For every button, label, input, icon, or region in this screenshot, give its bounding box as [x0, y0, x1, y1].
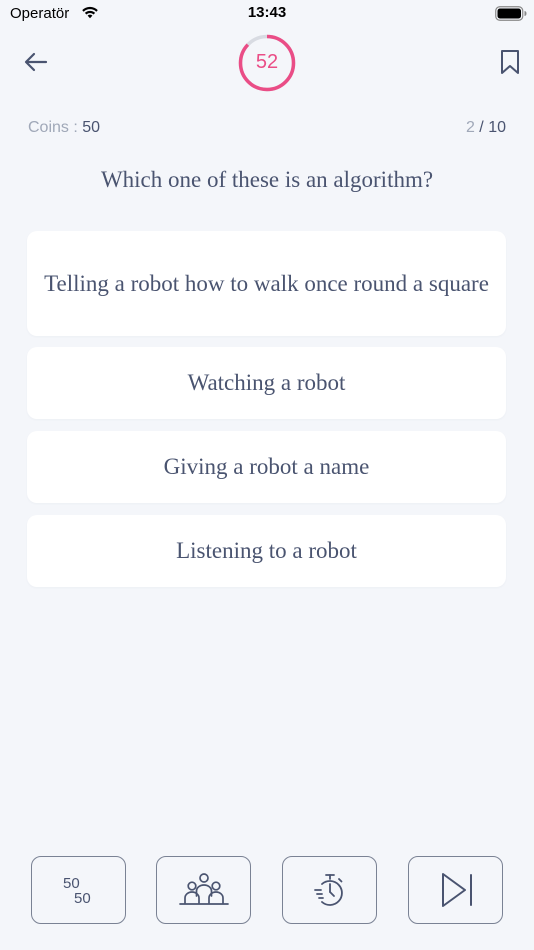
timer-value: 52 [255, 51, 279, 73]
battery-icon [495, 6, 527, 21]
question-progress: 2 / 10 [466, 119, 506, 137]
progress-separator: / [474, 119, 489, 136]
bookmark-button[interactable] [498, 48, 522, 76]
answer-option-2-label: Watching a robot [187, 370, 346, 395]
audience-icon [178, 873, 229, 905]
arrow-left-icon [24, 52, 48, 72]
back-button[interactable] [20, 47, 52, 79]
coins-display: Coins : 50 [28, 119, 100, 137]
bookmark-icon [501, 50, 519, 74]
answer-option-1[interactable]: Telling a robot how to walk once round a… [27, 231, 506, 336]
fifty-fifty-button[interactable]: 50 50 [31, 856, 126, 924]
answer-option-4-label: Listening to a robot [176, 538, 357, 563]
fifty-bottom-text: 50 [74, 890, 91, 907]
progress-current: 2 [465, 119, 475, 136]
answer-option-3[interactable]: Giving a robot a name [27, 431, 506, 503]
status-time: 13:43 [247, 4, 287, 21]
answer-option-4[interactable]: Listening to a robot [27, 515, 506, 587]
coins-label: Coins : [28, 119, 83, 136]
skip-button[interactable] [408, 856, 503, 924]
coins-value: 50 [82, 119, 101, 136]
extra-time-button[interactable] [282, 856, 377, 924]
progress-total: 10 [488, 119, 506, 136]
question-text: Which one of these is an algorithm? [100, 167, 434, 192]
status-bar: Operatör 13:43 [0, 0, 534, 30]
skip-icon [441, 873, 472, 907]
fifty-fifty-icon: 50 50 [63, 875, 91, 907]
countdown-timer: 52 [237, 33, 297, 93]
stopwatch-icon [313, 874, 343, 906]
answer-option-2[interactable]: Watching a robot [27, 347, 506, 419]
answer-option-3-label: Giving a robot a name [163, 454, 370, 479]
audience-button[interactable] [156, 856, 251, 924]
answer-option-1-label: Telling a robot how to walk once round a… [44, 270, 489, 296]
